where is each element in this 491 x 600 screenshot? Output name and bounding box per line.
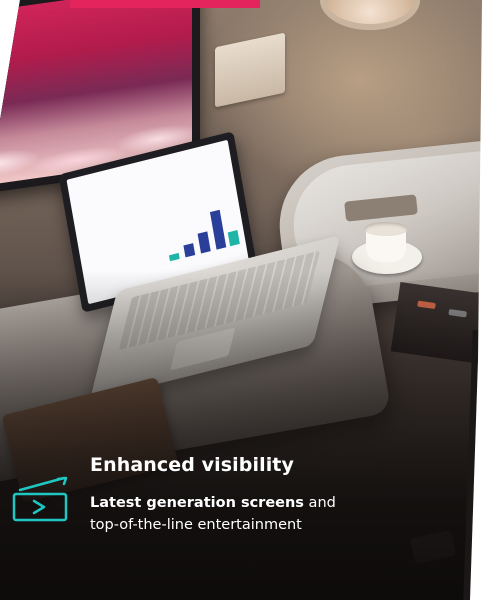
accent-bar: [70, 0, 260, 8]
feature-description-line2: top-of-the-line entertainment: [90, 517, 302, 533]
feature-block: Enhanced visibility Latest generation sc…: [10, 452, 430, 562]
feature-description-rest: and: [303, 495, 336, 511]
feature-description-bold: Latest generation screens: [90, 495, 304, 511]
feature-title: Enhanced visibility: [90, 454, 294, 476]
screen-play-icon: [12, 476, 68, 522]
feature-description: Latest generation screens and top-of-the…: [90, 492, 420, 536]
feature-card: Enhanced visibility Latest generation sc…: [0, 0, 491, 600]
